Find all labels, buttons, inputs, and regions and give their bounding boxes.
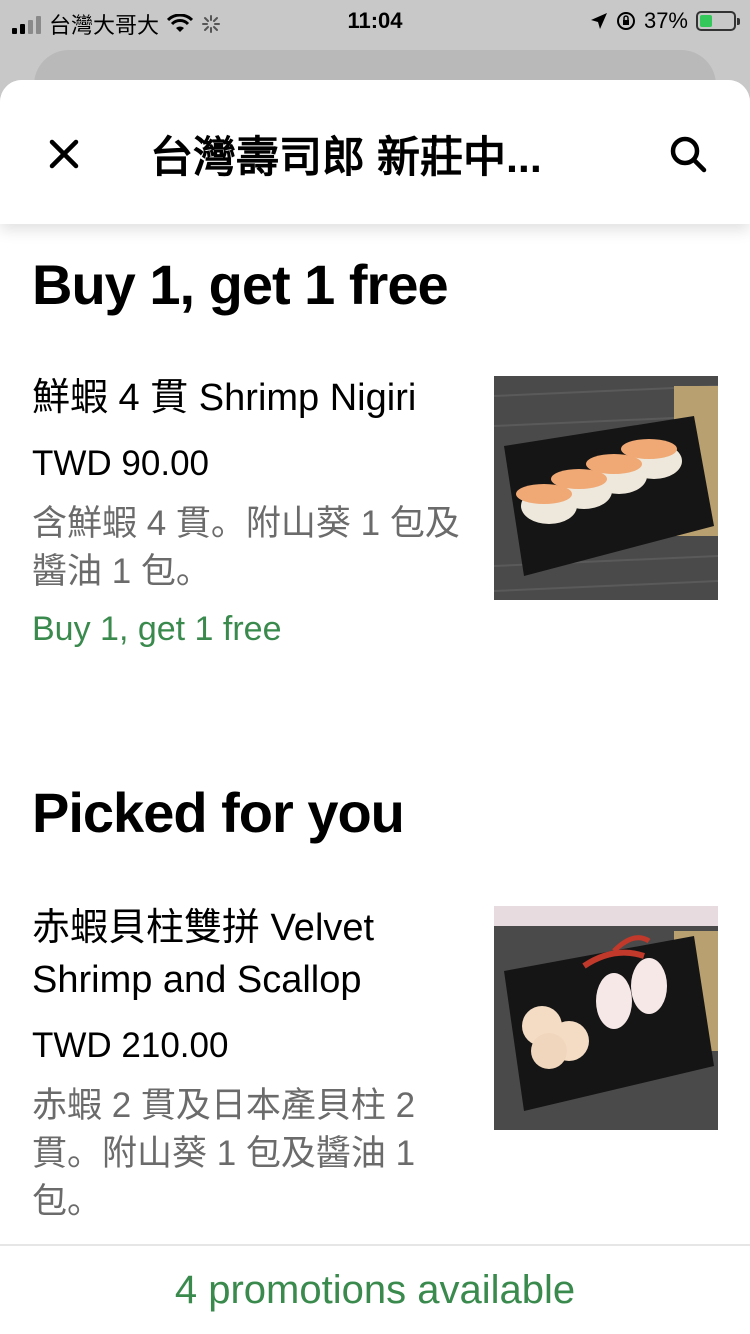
promotions-label[interactable]: 4 promotions available [175, 1268, 575, 1313]
status-bar: 台灣大哥大 11:04 37% [0, 0, 750, 44]
battery-icon [696, 11, 740, 31]
battery-fill [700, 15, 712, 27]
promotions-footer[interactable]: 4 promotions available [0, 1244, 750, 1334]
item-photo-shrimp-scallop[interactable] [494, 906, 718, 1130]
item-description: 赤蝦 2 貫及日本產貝柱 2 貫。附山葵 1 包及醬油 1 包。 [32, 1086, 416, 1221]
status-bar-right: 37% [590, 8, 740, 34]
menu-item-shrimp-nigiri[interactable]: 鮮蝦 4 貫 Shrimp Nigiri TWD 90.00 含鮮蝦 4 貫。附… [32, 372, 472, 649]
location-arrow-icon [590, 13, 607, 29]
item-photo-shrimp-nigiri[interactable] [494, 376, 718, 600]
item-promo-label: Buy 1, get 1 free [32, 610, 282, 648]
menu-item-shrimp-scallop[interactable]: 赤蝦貝柱雙拼 Velvet Shrimp and Scallop TWD 210… [32, 902, 472, 1226]
item-price: TWD 210.00 [32, 1026, 229, 1065]
section-title-promo: Buy 1, get 1 free [32, 253, 449, 316]
store-title: 台灣壽司郎 新莊中... [150, 134, 542, 182]
store-search-sheet: 台灣壽司郎 新莊中... Buy 1, get 1 free 鮮蝦 4 貫 Sh… [0, 80, 750, 1334]
battery-percent: 37% [643, 8, 688, 33]
shrimp-scallop-image [494, 906, 718, 1130]
close-icon[interactable] [42, 132, 86, 176]
shrimp-nigiri-image [494, 376, 718, 600]
section-title-picked: Picked for you [32, 781, 405, 844]
item-price: TWD 90.00 [32, 444, 209, 483]
sheet-header: 台灣壽司郎 新莊中... [0, 80, 750, 224]
item-description: 含鮮蝦 4 貫。附山葵 1 包及醬油 1 包。 [32, 504, 460, 591]
search-icon[interactable] [666, 132, 710, 176]
item-name: 赤蝦貝柱雙拼 Velvet Shrimp and Scallop [32, 907, 375, 1001]
orientation-lock-icon [616, 12, 635, 30]
item-name: 鮮蝦 4 貫 Shrimp Nigiri [32, 377, 417, 419]
